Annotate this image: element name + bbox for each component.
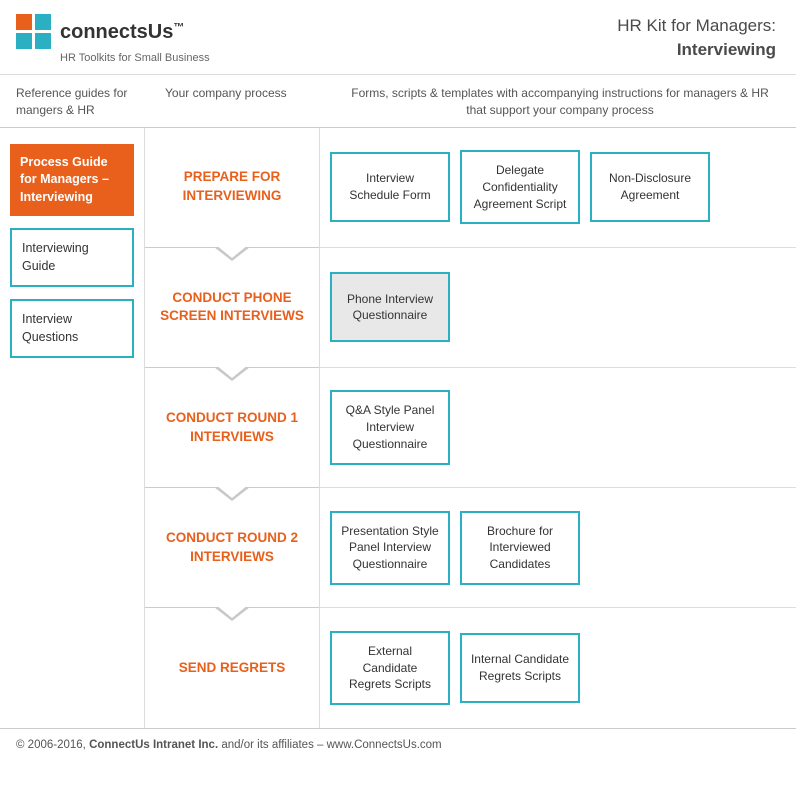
process-row-round1: CONDUCT ROUND 1 INTERVIEWS (145, 368, 319, 488)
column-headers: Reference guides for mangers & HR Your c… (0, 75, 796, 128)
logo-tm: ™ (173, 21, 184, 33)
sidebar-item-interview-questions[interactable]: Interview Questions (10, 299, 134, 358)
forms-column: Interview Schedule Form Delegate Confide… (320, 128, 796, 728)
forms-row-round1: Q&A Style Panel Interview Questionnaire (320, 368, 796, 488)
process-row-regrets: SEND REGRETS (145, 608, 319, 727)
forms-row-prepare: Interview Schedule Form Delegate Confide… (320, 128, 796, 248)
forms-row-phone: Phone Interview Questionnaire (320, 248, 796, 368)
arrow-down-2 (214, 367, 250, 381)
col-forms-header: Forms, scripts & templates with accompan… (320, 85, 796, 119)
form-card-delegate-confidentiality[interactable]: Delegate Confidentiality Agreement Scrip… (460, 150, 580, 224)
arrow-down-4 (214, 607, 250, 621)
form-card-presentation-panel[interactable]: Presentation Style Panel Interview Quest… (330, 511, 450, 585)
header-title: HR Kit for Managers:Interviewing (617, 14, 776, 62)
process-row-phone: CONDUCT PHONE SCREEN INTERVIEWS (145, 248, 319, 368)
form-card-internal-regrets[interactable]: Internal Candidate Regrets Scripts (460, 633, 580, 703)
logo-sub: HR Toolkits for Small Business (60, 52, 210, 64)
header: connectsUs™ HR Toolkits for Small Busine… (0, 0, 796, 75)
sidebar: Process Guide for Managers – Interviewin… (0, 128, 145, 728)
sidebar-item-process-guide[interactable]: Process Guide for Managers – Interviewin… (10, 144, 134, 217)
sidebar-item-interviewing-guide[interactable]: Interviewing Guide (10, 228, 134, 287)
logo-top: connectsUs™ (16, 14, 210, 50)
logo-icon (16, 14, 52, 50)
logo-text: connectsUs™ (60, 21, 184, 44)
forms-row-regrets: External Candidate Regrets Scripts Inter… (320, 608, 796, 727)
footer-company: ConnectUs Intranet Inc. (89, 739, 218, 751)
form-card-phone-questionnaire[interactable]: Phone Interview Questionnaire (330, 272, 450, 342)
arrow-down-3 (214, 487, 250, 501)
logo-area: connectsUs™ HR Toolkits for Small Busine… (16, 14, 210, 64)
form-card-interview-schedule[interactable]: Interview Schedule Form (330, 152, 450, 222)
process-row-prepare: PREPARE FOR INTERVIEWING (145, 128, 319, 248)
footer: © 2006-2016, ConnectUs Intranet Inc. and… (0, 728, 796, 761)
form-card-external-regrets[interactable]: External Candidate Regrets Scripts (330, 631, 450, 705)
col-ref-header: Reference guides for mangers & HR (0, 85, 145, 119)
form-card-qa-panel[interactable]: Q&A Style Panel Interview Questionnaire (330, 390, 450, 464)
process-column: PREPARE FOR INTERVIEWING CONDUCT PHONE S… (145, 128, 320, 728)
form-card-brochure[interactable]: Brochure for Interviewed Candidates (460, 511, 580, 585)
form-card-nda[interactable]: Non-Disclosure Agreement (590, 152, 710, 222)
process-row-round2: CONDUCT ROUND 2 INTERVIEWS (145, 488, 319, 608)
main-content: Process Guide for Managers – Interviewin… (0, 128, 796, 728)
col-process-header: Your company process (145, 85, 320, 119)
forms-row-round2: Presentation Style Panel Interview Quest… (320, 488, 796, 608)
arrow-down-1 (214, 247, 250, 261)
